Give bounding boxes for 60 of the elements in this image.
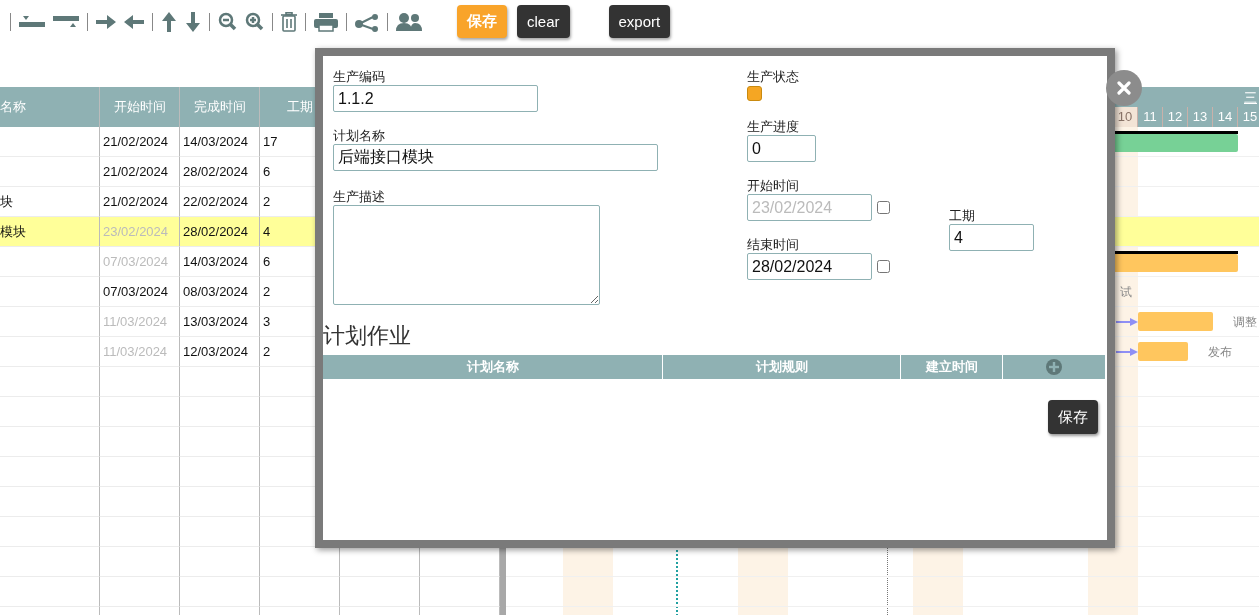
checkbox[interactable] (877, 260, 890, 273)
zoom-out-icon[interactable] (218, 11, 237, 32)
day-label: 11 (1138, 107, 1163, 127)
code-field[interactable]: 1.1.2 (333, 85, 538, 112)
progress-field[interactable]: 0 (747, 135, 816, 162)
column-header: 完成时间 (180, 87, 260, 127)
table-cell: 13/03/2024 (180, 307, 260, 337)
table-cell: 模块 (0, 217, 100, 247)
arrow-down-icon[interactable] (185, 11, 201, 32)
trash-icon[interactable] (281, 11, 297, 32)
day-label: 10 (1113, 107, 1138, 127)
share-icon[interactable] (355, 11, 379, 32)
field-label: 开始时间 (747, 177, 800, 194)
duration-field[interactable]: 4 (949, 224, 1034, 251)
description-field[interactable] (333, 205, 600, 305)
table-cell: 12/03/2024 (180, 337, 260, 367)
toolbar-button[interactable]: export (608, 5, 671, 38)
day-label: 12 (1163, 107, 1188, 127)
bar-label: 调整 (1233, 314, 1257, 331)
bar-label: 试 (1120, 284, 1132, 301)
table-cell: 07/03/2024 (100, 277, 180, 307)
month-label: 三 (1244, 89, 1257, 107)
day-label: 14 (1213, 107, 1238, 127)
users-icon[interactable] (396, 11, 422, 32)
column-header: 建立时间 (901, 355, 1003, 379)
table-cell: 21/02/2024 (100, 187, 180, 217)
column-header: 计划名称 (323, 355, 663, 379)
close-icon[interactable] (1117, 81, 1131, 95)
table-cell: 22/02/2024 (180, 187, 260, 217)
table-cell: 14/03/2024 (180, 247, 260, 277)
field-label: 结束时间 (747, 236, 800, 253)
field-label: 生产编码 (333, 68, 386, 85)
date-field[interactable]: 28/02/2024 (747, 253, 872, 280)
status-swatch[interactable] (747, 86, 762, 101)
table-cell: 28/02/2024 (180, 217, 260, 247)
field-label: 工期 (949, 207, 976, 224)
zoom-in-icon[interactable] (245, 11, 264, 32)
table-cell: 14/03/2024 (180, 127, 260, 157)
table-cell: 21/02/2024 (100, 127, 180, 157)
table-cell: 23/02/2024 (100, 217, 180, 247)
column-header: 名称 (0, 87, 100, 127)
table-cell: 11/03/2024 (100, 307, 180, 337)
column-header: 开始时间 (100, 87, 180, 127)
table-cell: 块 (0, 187, 100, 217)
printer-icon[interactable] (314, 11, 338, 32)
bar-label: 发布 (1208, 344, 1232, 361)
table-cell: 07/03/2024 (100, 247, 180, 277)
day-label: 13 (1188, 107, 1213, 127)
table-cell: 28/02/2024 (180, 157, 260, 187)
name-field[interactable]: 后端接口模块 (333, 144, 658, 171)
toolbar-button[interactable]: clear (517, 5, 570, 38)
day-label: 15 (1238, 107, 1259, 127)
arrow-up-icon[interactable] (161, 11, 177, 32)
table-cell: 21/02/2024 (100, 157, 180, 187)
field-label: 生产状态 (747, 68, 800, 85)
column-header: 计划规则 (663, 355, 901, 379)
save-button[interactable]: 保存 (1048, 400, 1098, 434)
table-cell: 08/03/2024 (180, 277, 260, 307)
field-label: 生产进度 (747, 118, 800, 135)
table-cell: 11/03/2024 (100, 337, 180, 367)
